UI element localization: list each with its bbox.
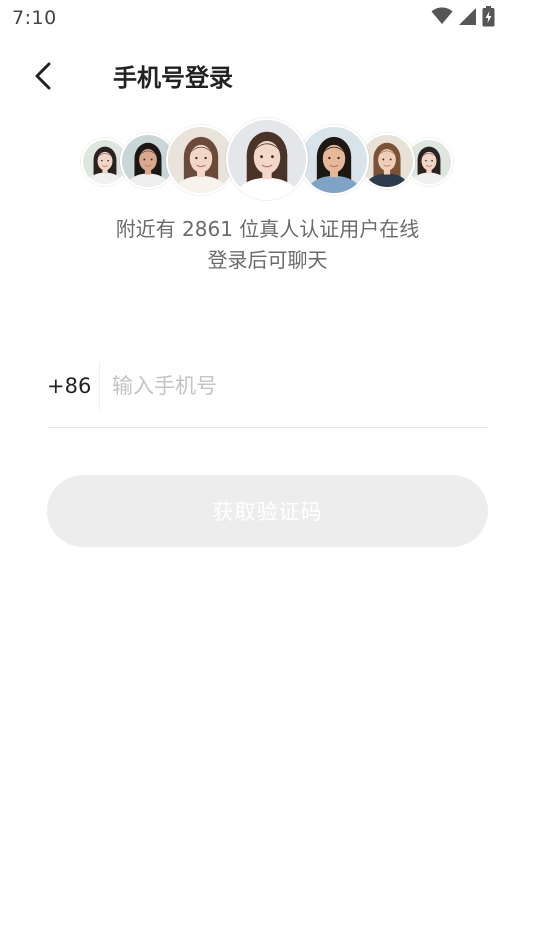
country-code-divider: [99, 362, 100, 410]
avatar-5: [299, 125, 369, 195]
country-code[interactable]: +86: [47, 372, 91, 400]
page-title: 手机号登录: [113, 64, 233, 92]
get-verification-code-button[interactable]: 获取验证码: [47, 475, 488, 547]
back-button[interactable]: [24, 58, 62, 98]
status-time: 7:10: [12, 7, 57, 29]
phone-field-row: +86: [47, 362, 488, 410]
chevron-left-icon: [33, 62, 53, 94]
login-to-chat-text: 登录后可聊天: [207, 248, 328, 272]
avatar-4: [226, 118, 308, 200]
phone-input[interactable]: [112, 368, 482, 404]
status-bar: 7:10: [0, 0, 535, 36]
cellular-signal-icon: [458, 7, 477, 30]
online-users-text: 附近有 2861 位真人认证用户在线: [115, 217, 420, 241]
avatar-group: [0, 118, 535, 208]
battery-charging-icon: [482, 5, 495, 31]
wifi-icon: [431, 7, 453, 29]
online-users-promo: 附近有 2861 位真人认证用户在线 登录后可聊天: [0, 214, 535, 276]
status-icons: [431, 5, 495, 31]
phone-input-underline: [47, 427, 488, 428]
